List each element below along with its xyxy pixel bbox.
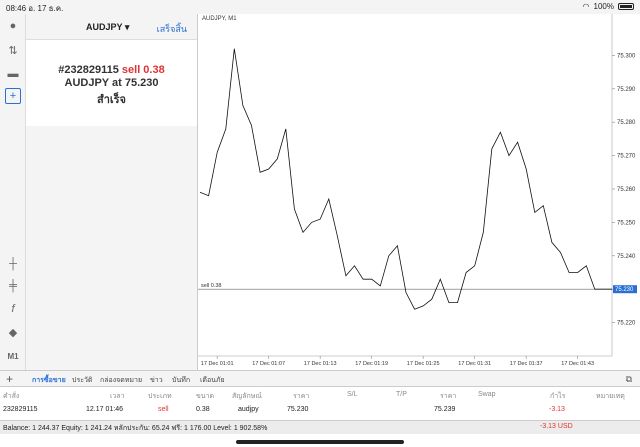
- cell-price: 75.230: [287, 406, 309, 413]
- tab-alerts[interactable]: เตือนภัย: [200, 375, 225, 386]
- cell-symbol: audjpy: [238, 406, 259, 413]
- col-profit: กำไร: [550, 393, 566, 400]
- function-icon[interactable]: f: [5, 301, 21, 317]
- objects-icon[interactable]: ◆: [5, 324, 21, 340]
- symbol-selector[interactable]: AUDJPY ▾: [86, 22, 129, 33]
- tab-mailbox[interactable]: กล่องจดหมาย: [100, 375, 142, 386]
- y-tick-label: 75.290: [617, 87, 636, 93]
- tab-history[interactable]: ประวัติ: [72, 375, 92, 386]
- y-tick-label: 75.300: [617, 53, 636, 59]
- col-order: คำสั่ง: [3, 393, 20, 400]
- col-swap: Swap: [478, 391, 496, 398]
- cell-size: 0.38: [196, 406, 210, 413]
- col-tp: T/P: [396, 391, 407, 398]
- x-tick-label: 17 Dec 01:19: [355, 361, 388, 367]
- order-ticket-line: #232829115 sell 0.38: [26, 64, 197, 76]
- order-action: sell 0.38: [121, 64, 165, 76]
- cell-time: 12.17 01:46: [86, 406, 123, 413]
- home-indicator[interactable]: [236, 440, 404, 444]
- col-time: เวลา: [110, 393, 125, 400]
- cell-cur-price: 75.239: [434, 406, 456, 413]
- new-order-icon[interactable]: +: [5, 88, 21, 104]
- col-sl: S/L: [347, 391, 358, 398]
- price-tag-label: 75.230: [615, 287, 634, 293]
- table-row[interactable]: 232829115 12.17 01:46 sell 0.38 audjpy 7…: [0, 404, 640, 418]
- done-button[interactable]: เสร็จสิ้น: [157, 22, 187, 36]
- x-tick-label: 17 Dec 01:37: [510, 361, 543, 367]
- col-cur-price: ราคา: [440, 393, 457, 400]
- user-icon[interactable]: ●: [5, 18, 21, 34]
- table-header: คำสั่ง เวลา ประเภท ขนาด สัญลักษณ์ ราคา S…: [0, 388, 640, 402]
- x-tick-label: 17 Dec 01:01: [201, 361, 234, 367]
- y-tick-label: 75.260: [617, 187, 636, 193]
- y-tick-label: 75.250: [617, 220, 636, 226]
- order-price-line: AUDJPY at 75.230: [64, 77, 159, 89]
- col-comment: หมายเหตุ: [596, 393, 625, 400]
- cell-type: sell: [158, 406, 169, 413]
- x-tick-label: 17 Dec 01:31: [458, 361, 491, 367]
- col-size: ขนาด: [196, 393, 215, 400]
- tab-trade[interactable]: การซื้อขาย: [32, 375, 66, 386]
- y-tick-label: 75.280: [617, 120, 636, 126]
- timeframe-button[interactable]: M1: [5, 348, 21, 364]
- bottom-tabs: + การซื้อขาย ประวัติ กล่องจดหมาย ข่าว บั…: [0, 370, 640, 387]
- cell-order: 232829115: [3, 406, 38, 413]
- chart-title: AUDJPY, M1: [202, 16, 237, 22]
- col-price: ราคา: [293, 393, 310, 400]
- chevron-down-icon: ▾: [124, 22, 130, 32]
- cell-profit: -3.13: [549, 406, 565, 413]
- x-tick-label: 17 Dec 01:43: [561, 361, 594, 367]
- chat-icon[interactable]: ▬: [5, 66, 21, 82]
- battery-percent: 100%: [593, 2, 614, 11]
- crosshair-icon[interactable]: ┼: [5, 256, 21, 272]
- order-ticket: #232829115: [58, 64, 119, 76]
- candles-icon[interactable]: ╪: [5, 278, 21, 294]
- x-tick-label: 17 Dec 01:07: [252, 361, 285, 367]
- x-tick-label: 17 Dec 01:13: [304, 361, 337, 367]
- order-status: สำเร็จ: [96, 94, 126, 106]
- y-tick-label: 75.270: [617, 154, 636, 160]
- price-chart[interactable]: 75.300 75.290 75.280 75.270 75.260 75.250 75.2…: [197, 14, 640, 370]
- y-tick-label: 75.240: [617, 254, 636, 260]
- order-header: AUDJPY ▾ เสร็จสิ้น: [26, 14, 197, 40]
- balance-bar: Balance: 1 244.37 Equity: 1 241.24 หลักป…: [0, 420, 640, 434]
- wifi-icon: ◠: [582, 2, 590, 11]
- status-bar: 08:46 อ. 17 ธ.ค. ◠ 100%: [0, 0, 640, 14]
- panel-background: [26, 126, 197, 370]
- order-result: #232829115 sell 0.38 AUDJPY at 75.230 สำ…: [26, 40, 197, 126]
- battery-icon: [618, 3, 634, 10]
- status-right: ◠ 100%: [583, 2, 634, 11]
- balance-text: Balance: 1 244.37 Equity: 1 241.24 หลักป…: [3, 425, 268, 432]
- col-type: ประเภท: [148, 393, 172, 400]
- arrows-icon[interactable]: ⇅: [5, 42, 21, 58]
- tab-news[interactable]: ข่าว: [150, 375, 163, 386]
- chart-svg: 75.300 75.290 75.280 75.270 75.260 75.250 75.2…: [198, 14, 637, 367]
- left-toolbar: ● ⇅ ▬ + ┼ ╪ f ◆ M1: [0, 14, 26, 370]
- price-line: [199, 48, 612, 310]
- balance-profit: -3.13 USD: [540, 423, 573, 430]
- y-tick-label: 75.220: [617, 321, 636, 327]
- tab-journal[interactable]: บันทึก: [172, 375, 190, 386]
- order-level-label: sell 0.38: [201, 283, 222, 289]
- layout-icon[interactable]: ⧉: [626, 374, 632, 385]
- add-icon[interactable]: +: [6, 372, 13, 386]
- col-symbol: สัญลักษณ์: [232, 393, 262, 400]
- x-tick-label: 17 Dec 01:25: [407, 361, 440, 367]
